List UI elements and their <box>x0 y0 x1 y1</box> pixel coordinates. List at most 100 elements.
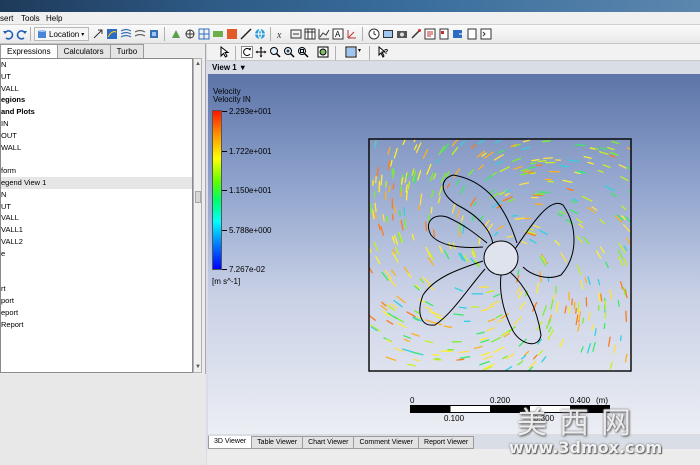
velocity-vector <box>573 301 576 310</box>
location-button[interactable]: Location ▾ <box>34 27 90 41</box>
tree-item[interactable]: IN <box>1 118 192 130</box>
zoom-icon[interactable] <box>269 46 281 58</box>
command-line-icon[interactable] <box>480 28 492 40</box>
scroll-thumb[interactable] <box>195 191 201 203</box>
tree-item[interactable]: Report <box>1 319 192 331</box>
document-icon[interactable] <box>466 28 478 40</box>
select-cursor-icon[interactable] <box>219 46 231 58</box>
velocity-vector <box>405 190 408 201</box>
velocity-vector <box>392 183 395 190</box>
viewport-name[interactable]: View 1 ▾ <box>212 62 245 74</box>
legend-tick <box>222 151 227 152</box>
chevron-down-icon[interactable]: ▾ <box>358 47 361 54</box>
export-icon[interactable] <box>452 28 464 40</box>
zoom-box-icon[interactable] <box>297 46 309 58</box>
scale-bar <box>410 405 610 413</box>
tree-item[interactable]: UT <box>1 201 192 213</box>
scroll-down-icon[interactable]: ▼ <box>195 363 201 371</box>
scale-label: 0.400 <box>570 396 591 405</box>
tree-item[interactable]: VALL <box>1 83 192 95</box>
legend-color-bar <box>212 110 222 270</box>
tree-item[interactable]: eport <box>1 307 192 319</box>
scroll-up-icon[interactable]: ▲ <box>195 60 201 68</box>
table-icon[interactable] <box>304 28 316 40</box>
tree-item[interactable]: N <box>1 59 192 71</box>
tab-report-viewer[interactable]: Report Viewer <box>418 436 475 449</box>
turbo-icon[interactable] <box>184 28 196 40</box>
variable-icon[interactable]: x <box>276 28 288 40</box>
report-icon[interactable] <box>438 28 450 40</box>
help-icon[interactable]: ? <box>377 46 389 58</box>
globe-icon[interactable] <box>254 28 266 40</box>
tree-item[interactable] <box>1 260 192 272</box>
zoom-in-icon[interactable] <box>283 46 295 58</box>
tree-item[interactable]: VALL <box>1 212 192 224</box>
velocity-vector <box>603 322 606 330</box>
tab-chart-viewer[interactable]: Chart Viewer <box>302 436 355 449</box>
probe-icon[interactable] <box>410 28 422 40</box>
toolbar-separator <box>369 46 370 60</box>
contour-icon[interactable] <box>120 28 132 40</box>
fit-view-icon[interactable] <box>317 46 329 58</box>
menu-bar: sert Tools Help <box>0 12 700 25</box>
scale-label: 0.200 <box>490 396 511 405</box>
tab-comment-viewer[interactable]: Comment Viewer <box>353 436 420 449</box>
undo-icon[interactable] <box>2 28 14 40</box>
clock-icon[interactable] <box>368 28 380 40</box>
rotate-icon[interactable] <box>241 46 253 58</box>
streamline-icon[interactable] <box>106 28 118 40</box>
details-panel <box>0 374 206 465</box>
tree-item[interactable]: UT <box>1 71 192 83</box>
mesh-icon[interactable] <box>198 28 210 40</box>
tree-item[interactable]: WALL <box>1 142 192 154</box>
redo-icon[interactable] <box>16 28 28 40</box>
chevron-down-icon: ▾ <box>81 31 85 38</box>
velocity-vector <box>530 172 537 175</box>
tree-item[interactable]: rt <box>1 283 192 295</box>
tree-item[interactable] <box>1 271 192 283</box>
tree-item[interactable]: port <box>1 295 192 307</box>
pan-icon[interactable] <box>255 46 267 58</box>
velocity-vector <box>617 299 620 307</box>
viewport-layout-icon[interactable] <box>345 46 357 58</box>
velocity-vector <box>385 215 389 223</box>
tree-scrollbar[interactable]: ▲ ▼ <box>193 58 202 373</box>
tab-table-viewer[interactable]: Table Viewer <box>251 436 304 449</box>
velocity-vector <box>375 175 377 184</box>
volume-render-icon[interactable] <box>148 28 160 40</box>
coordinate-frame-icon[interactable] <box>346 28 358 40</box>
velocity-vector <box>400 185 402 192</box>
tab-calculators[interactable]: Calculators <box>56 44 111 58</box>
camera-icon[interactable] <box>396 28 408 40</box>
velocity-vector <box>543 157 554 160</box>
menu-tools[interactable]: Tools <box>21 13 40 24</box>
animation-icon[interactable] <box>382 28 394 40</box>
menu-help[interactable]: Help <box>46 13 62 24</box>
particle-track-icon[interactable] <box>134 28 146 40</box>
tree-item[interactable]: VALL1 <box>1 224 192 236</box>
vector-plot-icon[interactable] <box>92 28 104 40</box>
quick-editor-icon[interactable] <box>424 28 436 40</box>
legend-value: 5.788e+000 <box>229 226 272 235</box>
tree-item[interactable]: N <box>1 189 192 201</box>
tree-item[interactable]: egend View 1 <box>1 176 192 189</box>
tree-item[interactable]: egions <box>1 94 192 106</box>
expression-icon[interactable] <box>290 28 302 40</box>
tree-item[interactable]: OUT <box>1 130 192 142</box>
surface-icon[interactable] <box>226 28 238 40</box>
legend-tick <box>222 269 227 270</box>
tree-item[interactable] <box>1 153 192 165</box>
plane-icon[interactable] <box>212 28 224 40</box>
tab-3d-viewer[interactable]: 3D Viewer <box>208 436 253 449</box>
tree-item[interactable]: e <box>1 248 192 260</box>
chart-icon[interactable] <box>318 28 330 40</box>
menu-insert[interactable]: sert <box>0 13 13 24</box>
line-icon[interactable] <box>240 28 252 40</box>
text-label-icon[interactable]: A <box>332 28 344 40</box>
tab-turbo[interactable]: Turbo <box>109 44 145 58</box>
tree-item[interactable]: and Plots <box>1 106 192 118</box>
isosurface-icon[interactable] <box>170 28 182 40</box>
tab-expressions[interactable]: Expressions <box>0 44 58 58</box>
tree-item[interactable]: VALL2 <box>1 236 192 248</box>
tree-item[interactable]: form <box>1 165 192 177</box>
